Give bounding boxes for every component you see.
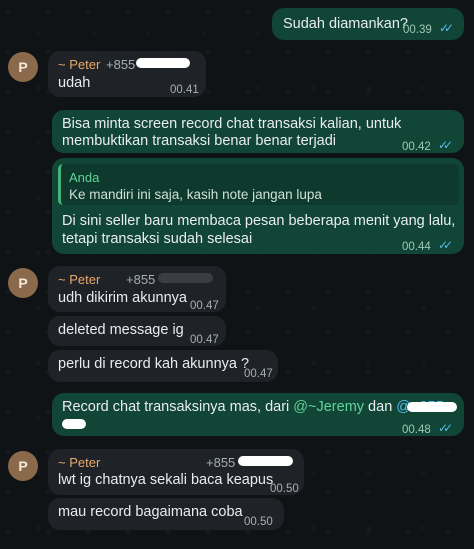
mention-link[interactable]: @~Jeremy (293, 399, 364, 415)
message-time: 00.47 (190, 334, 219, 346)
sender-name[interactable]: ~ Peter (58, 453, 100, 472)
read-ticks-icon: ✓✓ (438, 238, 453, 252)
message-text-line: Di sini seller baru membaca pesan bebera… (62, 213, 456, 229)
redaction-mark (158, 273, 213, 283)
message-outgoing[interactable]: Record chat transaksinya mas, dari @~Jer… (52, 393, 464, 436)
sender-phone: +855 (206, 455, 236, 470)
message-time: 00.47 (244, 368, 273, 380)
message-text: perlu di record kah akunnya ? (58, 356, 250, 372)
message-text: udh dikirim akunnya (58, 290, 187, 306)
message-time: 00.48 (402, 424, 431, 436)
read-ticks-icon: ✓✓ (439, 21, 454, 35)
message-time: 00.41 (170, 84, 199, 96)
message-outgoing[interactable]: Sudah diamankan? 00.39 ✓✓ (272, 8, 464, 40)
redaction-mark (407, 402, 457, 412)
message-text-prefix: Record chat transaksinya mas, dari (62, 399, 294, 415)
message-time: 00.39 (403, 24, 432, 36)
message-time: 00.50 (244, 516, 273, 528)
read-ticks-icon: ✓✓ (438, 421, 453, 435)
message-time: 00.47 (190, 300, 219, 312)
message-text: Sudah diamankan? (283, 16, 408, 32)
avatar[interactable]: P (8, 52, 38, 82)
message-text: udah (58, 75, 91, 91)
message-incoming[interactable]: ~ Peter +855 udh dikirim akunnya 00.47 (48, 266, 226, 312)
sender-phone: +855 (106, 57, 136, 72)
message-text: lwt ig chatnya sekali baca keapus (58, 472, 274, 488)
quoted-message[interactable]: Anda Ke mandiri ini saja, kasih note jan… (58, 164, 459, 205)
message-incoming[interactable]: mau record bagaimana coba 00.50 (48, 498, 284, 530)
message-time: 00.44 (402, 241, 431, 253)
sender-name[interactable]: ~ Peter (58, 55, 100, 74)
redaction-mark (136, 58, 190, 68)
avatar[interactable]: P (8, 268, 38, 298)
message-text: deleted message ig (58, 322, 184, 338)
sender-name[interactable]: ~ Peter (58, 270, 100, 289)
read-ticks-icon: ✓✓ (438, 138, 453, 152)
message-incoming[interactable]: ~ Peter +855 udah 00.41 (48, 51, 206, 97)
chat-area[interactable]: Sudah diamankan? 00.39 ✓✓ P ~ Peter +855… (0, 0, 474, 549)
message-time: 00.42 (402, 141, 431, 153)
redaction-mark (62, 419, 86, 429)
message-text-line: membuktikan transaksi benar benar terjad… (62, 133, 337, 149)
quoted-text: Ke mandiri ini saja, kasih note jangan l… (69, 187, 322, 202)
message-outgoing[interactable]: Bisa minta screen record chat transaksi … (52, 110, 464, 153)
message-text: mau record bagaimana coba (58, 504, 243, 520)
message-text: Record chat transaksinya mas, dari @~Jer… (62, 398, 444, 417)
message-text-mid: dan (364, 399, 397, 415)
sender-phone: +855 (126, 272, 156, 287)
redaction-mark (238, 456, 293, 466)
message-text-line: tetapi transaksi sudah selesai (62, 231, 253, 247)
message-incoming[interactable]: ~ Peter +855 lwt ig chatnya sekali baca … (48, 449, 304, 495)
message-incoming[interactable]: deleted message ig 00.47 (48, 316, 226, 346)
message-incoming[interactable]: perlu di record kah akunnya ? 00.47 (48, 350, 278, 382)
message-outgoing-reply[interactable]: Anda Ke mandiri ini saja, kasih note jan… (52, 158, 464, 254)
avatar[interactable]: P (8, 451, 38, 481)
message-time: 00.50 (270, 483, 299, 495)
